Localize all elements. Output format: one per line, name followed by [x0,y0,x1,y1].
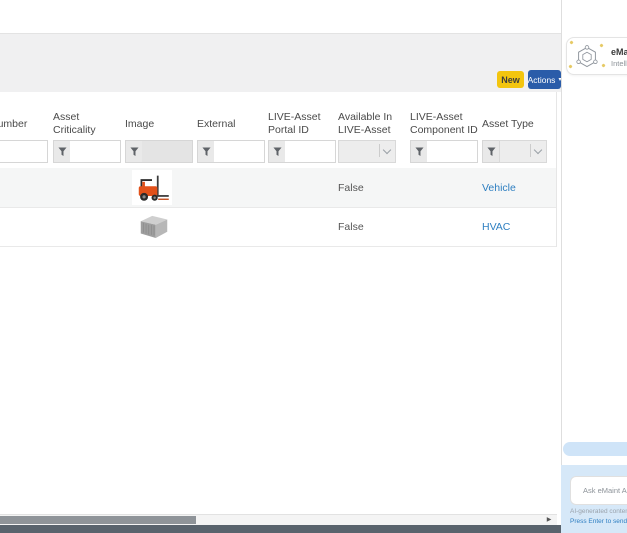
emaint-hexagon-logo-icon [575,45,599,69]
table-row[interactable]: False Vehicle [0,168,557,208]
grid-filter-row [0,140,557,163]
window-bottom-edge [0,525,561,533]
top-strip [0,0,627,33]
brand-title: eMaint AI [611,47,627,57]
assistant-chat-panel: AI-generated content Press Enter to send [561,465,627,533]
filter-select-available-in-live-asset[interactable] [338,140,396,163]
sparkle-icon [599,43,604,48]
cell-available-in-live-asset: False [338,221,364,233]
chevron-down-icon [382,145,392,155]
cell-asset-type-link[interactable]: HVAC [482,221,510,233]
actions-button-label: Actions [527,74,556,85]
assistant-suggestion-chip[interactable] [563,442,627,456]
sparkle-icon [568,64,573,69]
grid-right-border [556,92,557,247]
select-divider [379,144,380,157]
filter-input-live-asset-component-id[interactable] [427,140,478,163]
table-row[interactable]: False HVAC [0,207,557,247]
cell-available-in-live-asset: False [338,182,364,194]
ai-disclaimer-text: AI-generated content [570,508,627,515]
send-hint-text: Press Enter to send [570,518,627,525]
column-header-image[interactable]: Image [125,104,193,144]
brand-subtitle: Intelligent [611,59,627,68]
filter-select-asset-type[interactable] [499,140,547,163]
column-header-external[interactable]: External [197,104,265,144]
column-header-live-asset-portal-id[interactable]: LIVE-Asset Portal ID [268,104,336,144]
sparkle-icon [601,63,606,68]
asset-image-hvac[interactable] [137,210,170,242]
filter-input-asset-criticality[interactable] [70,140,121,163]
column-header-available-in-live-asset[interactable]: Available In LIVE-Asset [338,104,406,144]
filter-input-live-asset-portal-id[interactable] [285,140,336,163]
column-header-number[interactable]: Number [0,104,48,144]
chevron-down-icon [533,145,543,155]
column-header-asset-type[interactable]: Asset Type [482,104,550,144]
new-button[interactable]: New [497,71,524,88]
filter-input-external[interactable] [214,140,265,163]
emaint-ai-brand-card[interactable]: eMaint AI Intelligent [566,37,627,75]
select-divider [530,144,531,157]
filter-input-image-disabled [142,140,193,163]
scroll-right-icon[interactable]: ▶ [543,514,555,525]
horizontal-scrollbar-thumb[interactable] [0,516,196,524]
asset-image-forklift[interactable] [132,170,172,205]
cell-asset-type-link[interactable]: Vehicle [482,182,516,194]
actions-button[interactable]: Actions ▾ [528,70,561,89]
toolbar: New Actions ▾ Saved views Filter: [Asset… [0,33,561,124]
assets-grid: Number Asset Criticality Image External … [0,92,557,472]
ask-emaint-ai-input[interactable] [570,476,627,505]
column-header-asset-criticality[interactable]: Asset Criticality [53,104,121,144]
sparkle-icon [569,40,574,45]
filter-input-number[interactable] [0,140,48,163]
column-header-live-asset-component-id[interactable]: LIVE-Asset Component ID [410,104,478,144]
